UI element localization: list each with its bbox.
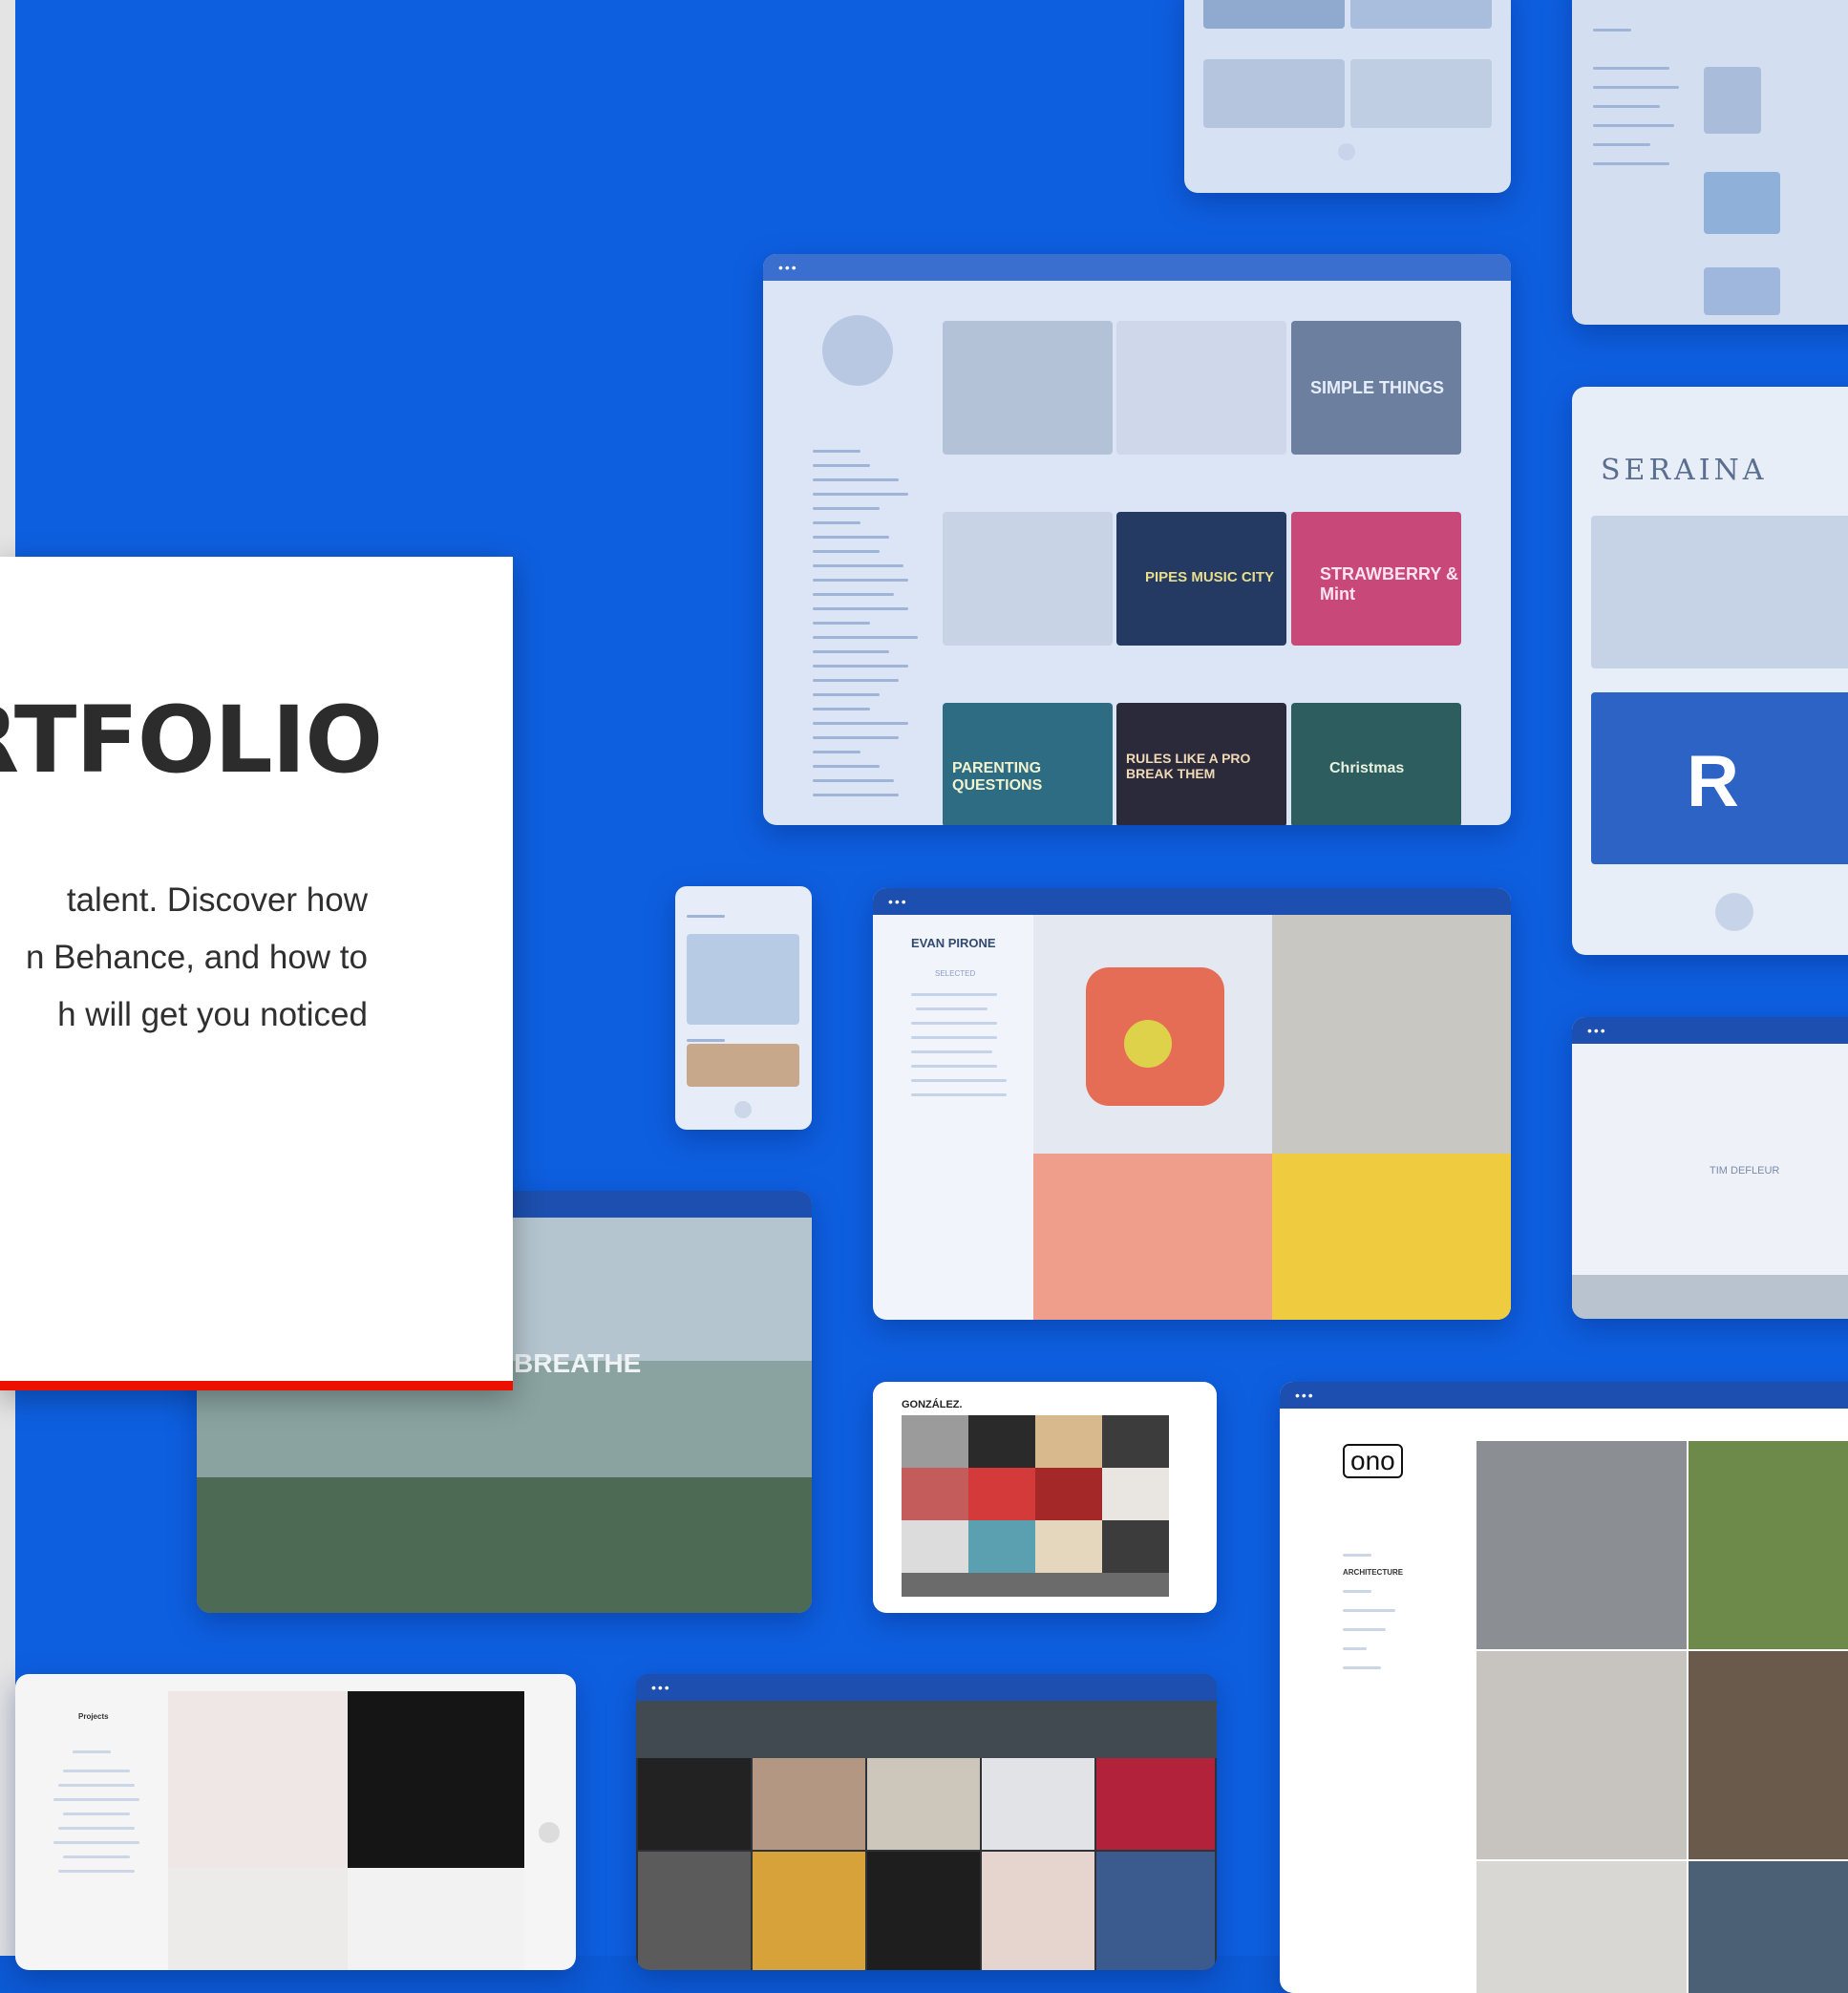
tim-name: TIM DEFLEUR [1710,1165,1780,1177]
gonzalez-name: GONZÁLEZ. [902,1399,963,1410]
intro-card: RTFOLIO talent. Discover how n Behance, … [0,557,513,1390]
browser-mockup-gonzalez: GONZÁLEZ. [873,1382,1217,1613]
phone-mockup [675,886,812,1130]
tablet-mockup-seraina: SERAINA R [1572,387,1848,955]
tablet-mockup-top [1184,0,1511,193]
browser-mockup-evan-pirone: ••• EVAN PIRONE SELECTED [873,888,1511,1320]
description-line: talent. Discover how [66,881,368,919]
seraina-brand: SERAINA [1601,454,1768,487]
browser-mockup-lettering: ••• SIMPLE THINGS PIPES MUSIC CITY STRAW… [763,254,1511,825]
ono-logo: ono [1343,1444,1403,1478]
browser-mockup-photography: ••• [636,1674,1217,1970]
intro-description: talent. Discover how n Behance, and how … [0,872,368,1044]
description-line: n Behance, and how to [25,939,368,976]
tablet-mockup-projects: Projects [15,1674,576,1970]
page-title: RTFOLIO [0,688,383,793]
seraina-monogram: R [1687,741,1739,822]
evan-name: EVAN PIRONE [911,936,996,950]
browser-mockup-ono: ••• ono ARCHITECTURE [1280,1382,1848,1993]
accent-bar [0,1381,513,1390]
tablet-mockup-right-top [1572,0,1848,325]
browser-mockup-tim: ••• TIM DEFLEUR [1572,1017,1848,1319]
avatar [822,315,893,386]
breathe-title: BREATHE [514,1348,642,1378]
description-line: h will get you noticed [57,996,368,1033]
